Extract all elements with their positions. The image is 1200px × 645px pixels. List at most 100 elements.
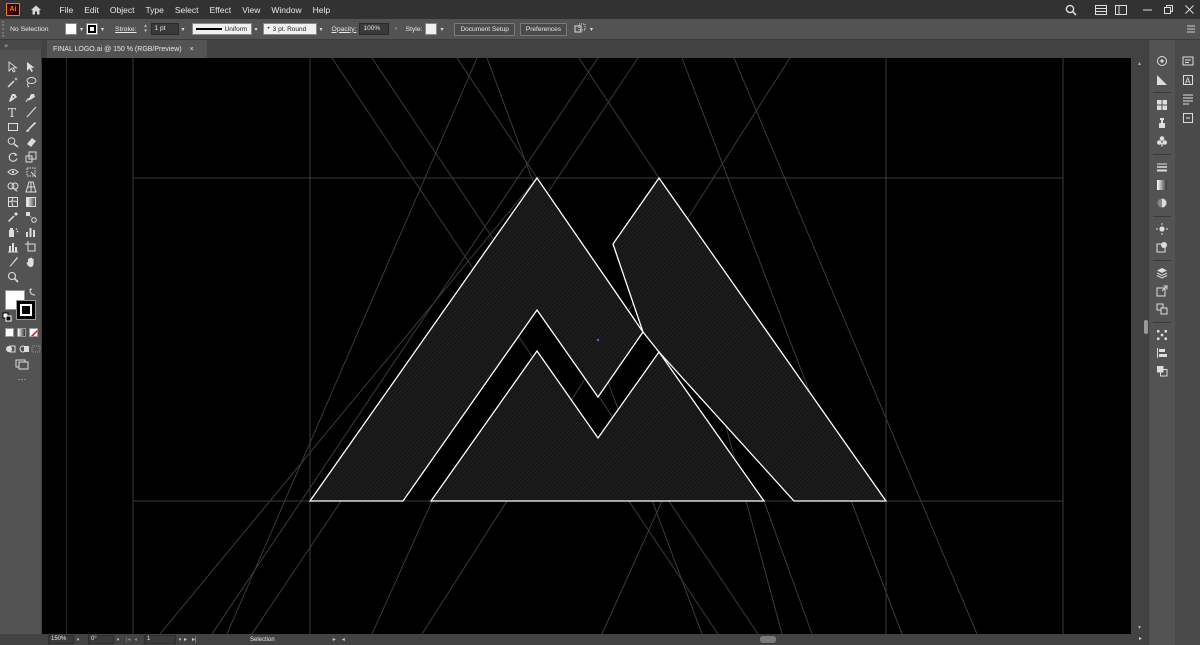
stroke-label[interactable]: Stroke:: [115, 26, 137, 33]
default-fill-stroke-icon[interactable]: [2, 312, 12, 322]
toolbar-grip[interactable]: »: [0, 40, 42, 50]
color-guide-icon[interactable]: [1155, 73, 1169, 87]
stroke-stepper[interactable]: ▴ ▾: [141, 23, 151, 35]
chevron-right-icon[interactable]: ▸: [333, 636, 336, 643]
fill-swatch[interactable]: [65, 23, 77, 35]
close-icon[interactable]: ×: [190, 46, 194, 53]
scroll-up-icon[interactable]: ▴: [1135, 60, 1144, 69]
menu-select[interactable]: Select: [169, 5, 204, 15]
artboard-canvas[interactable]: [42, 58, 1131, 634]
variable-width-profile-select[interactable]: Uniform: [191, 23, 252, 35]
shaper-tool-icon[interactable]: [6, 135, 20, 149]
width-tool-icon[interactable]: [6, 165, 20, 179]
chevron-down-icon[interactable]: ▾: [114, 637, 122, 643]
gradient-tool-icon[interactable]: [24, 195, 38, 209]
pathfinder-panel-icon[interactable]: [1155, 364, 1169, 378]
chevron-down-icon[interactable]: ▾: [317, 23, 326, 35]
properties-panel-icon[interactable]: [1155, 54, 1169, 68]
symbol-sprayer-tool-icon[interactable]: [6, 225, 20, 239]
chevron-down-icon[interactable]: ▾: [252, 23, 261, 35]
horizontal-scroll-thumb[interactable]: [760, 636, 776, 643]
asset-export-panel-icon[interactable]: [1155, 284, 1169, 298]
direct-selection-tool-icon[interactable]: [24, 60, 38, 74]
stroke-swatch[interactable]: [86, 23, 98, 35]
perspective-grid-tool-icon[interactable]: [24, 180, 38, 194]
document-setup-button[interactable]: Document Setup: [454, 22, 515, 36]
gradient-mode-icon[interactable]: [17, 328, 26, 337]
menu-help[interactable]: Help: [307, 5, 335, 15]
next-artboard-icon[interactable]: ▸: [184, 636, 192, 643]
chevron-down-icon[interactable]: ▾: [77, 23, 86, 35]
libraries-panel-icon[interactable]: [1181, 54, 1195, 68]
symbols-panel-icon[interactable]: [1155, 134, 1169, 148]
menu-view[interactable]: View: [237, 5, 266, 15]
draw-behind-icon[interactable]: [18, 343, 30, 355]
line-segment-tool-icon[interactable]: [24, 105, 38, 119]
column-graph-tool-icon[interactable]: [24, 225, 38, 239]
stroke-panel-icon[interactable]: [1155, 160, 1169, 174]
scroll-down-icon[interactable]: ▾: [1135, 624, 1144, 633]
brushes-panel-icon[interactable]: [1155, 116, 1169, 130]
graph-bars-tool-icon[interactable]: [6, 240, 20, 254]
selection-tool-icon[interactable]: [6, 60, 20, 74]
restore-icon[interactable]: [1158, 0, 1179, 19]
appearance-panel-icon[interactable]: [1155, 222, 1169, 236]
screen-mode-icon[interactable]: [15, 358, 29, 370]
shape-builder-tool-icon[interactable]: [6, 180, 20, 194]
swap-fill-stroke-icon[interactable]: [28, 287, 38, 297]
transparency-panel-icon[interactable]: [1155, 196, 1169, 210]
color-mode-icon[interactable]: [5, 328, 14, 337]
chevron-down-icon[interactable]: ▾: [176, 637, 184, 643]
slice-tool-icon[interactable]: [6, 255, 20, 269]
swatches-panel-icon[interactable]: [1155, 98, 1169, 112]
chevron-down-icon[interactable]: ▾: [437, 23, 446, 35]
rectangle-tool-icon[interactable]: [6, 120, 20, 134]
opacity-label[interactable]: Opacity:: [332, 26, 357, 33]
last-artboard-icon[interactable]: ▸|: [192, 636, 200, 643]
stroke-weight-input[interactable]: 1 pt: [150, 23, 179, 35]
scroll-left-icon[interactable]: ◂: [342, 636, 345, 643]
chevron-down-icon[interactable]: ▾: [74, 637, 82, 643]
arrange-documents-icon[interactable]: [1091, 0, 1111, 19]
panel-menu-icon[interactable]: [1186, 23, 1196, 35]
menu-file[interactable]: File: [54, 5, 79, 15]
search-icon[interactable]: [1061, 0, 1081, 19]
gradient-panel-icon[interactable]: [1155, 178, 1169, 192]
minimize-icon[interactable]: [1137, 0, 1158, 19]
workspace-switcher-icon[interactable]: [1111, 0, 1131, 19]
paragraph-panel-icon[interactable]: [1181, 92, 1195, 106]
zoom-tool-icon[interactable]: [6, 270, 20, 284]
rotate-tool-icon[interactable]: [6, 150, 20, 164]
scroll-right-icon[interactable]: ▸: [1139, 635, 1142, 642]
draw-normal-icon[interactable]: [4, 343, 16, 355]
close-window-icon[interactable]: [1179, 0, 1200, 19]
pen-tool-icon[interactable]: [6, 90, 20, 104]
type-tool-icon[interactable]: T: [6, 105, 20, 119]
mesh-tool-icon[interactable]: [6, 195, 20, 209]
opentype-panel-icon[interactable]: [1181, 111, 1195, 125]
blend-tool-icon[interactable]: [24, 210, 38, 224]
chevron-right-icon[interactable]: ›: [391, 23, 400, 35]
eyedropper-tool-icon[interactable]: [6, 210, 20, 224]
transform-panel-icon[interactable]: [1155, 328, 1169, 342]
opacity-input[interactable]: 100%: [359, 23, 390, 35]
character-panel-icon[interactable]: A: [1181, 73, 1195, 87]
artboards-panel-icon[interactable]: [1155, 302, 1169, 316]
align-panel-icon[interactable]: [1155, 346, 1169, 360]
draw-inside-icon[interactable]: [31, 343, 41, 355]
none-mode-icon[interactable]: [29, 328, 38, 337]
scale-tool-icon[interactable]: [24, 150, 38, 164]
menu-edit[interactable]: Edit: [79, 5, 105, 15]
tab-final-logo[interactable]: FINAL LOGO.ai @ 150 % (RGB/Preview) ×: [47, 40, 207, 58]
control-bar-grip[interactable]: [2, 21, 6, 37]
artboard-tool-icon[interactable]: [24, 240, 38, 254]
menu-type[interactable]: Type: [140, 5, 169, 15]
menu-object[interactable]: Object: [104, 5, 140, 15]
lasso-tool-icon[interactable]: [24, 75, 38, 89]
paintbrush-tool-icon[interactable]: [24, 120, 38, 134]
rotation-input[interactable]: 0°: [88, 635, 114, 644]
preferences-button[interactable]: Preferences: [519, 22, 567, 36]
first-artboard-icon[interactable]: |◂: [126, 636, 134, 643]
magic-wand-tool-icon[interactable]: [6, 75, 20, 89]
menu-window[interactable]: Window: [266, 5, 307, 15]
